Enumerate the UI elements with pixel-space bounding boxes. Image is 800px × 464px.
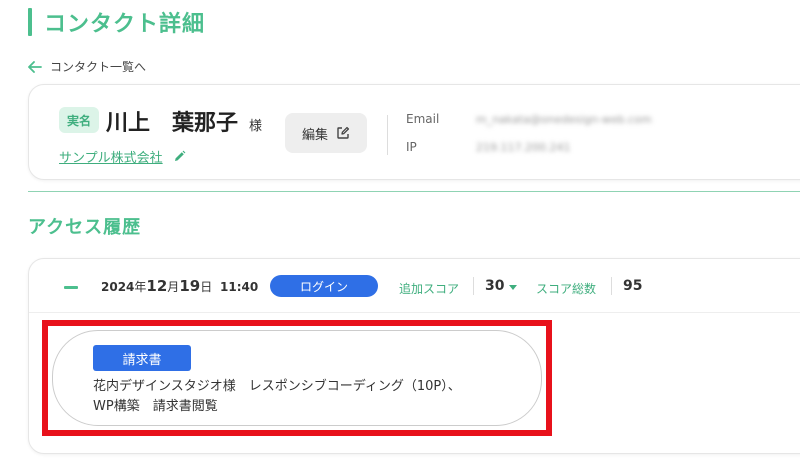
section-divider (28, 191, 800, 192)
ip-label: IP (406, 140, 417, 154)
back-arrow-icon (28, 60, 42, 73)
real-name-badge: 実名 (59, 107, 99, 133)
title-accent-bar (28, 8, 32, 36)
total-score-value: 95 (623, 278, 643, 294)
company-link[interactable]: サンプル株式会社 (59, 147, 186, 166)
collapse-minus-icon[interactable] (64, 286, 78, 289)
edit-external-icon (337, 126, 350, 139)
contact-honorific: 様 (249, 119, 263, 134)
back-to-contacts-link[interactable]: コンタクト一覧へ (28, 58, 146, 75)
score-separator (611, 277, 612, 295)
date-day-suffix: 日 (200, 280, 213, 294)
back-link-label: コンタクト一覧へ (50, 60, 147, 74)
date-month-suffix: 月 (167, 280, 180, 294)
date-day: 19 (179, 277, 201, 295)
email-label: Email (406, 112, 440, 126)
added-score-label: 追加スコア (399, 282, 460, 296)
page-header: コンタクト詳細 (28, 8, 206, 37)
edit-button[interactable]: 編集 (285, 113, 367, 153)
ip-value: 219.117.200.241 (476, 141, 571, 154)
page-title: コンタクト詳細 (44, 12, 206, 37)
pencil-icon[interactable] (173, 150, 186, 163)
contact-name: 川上 葉那子 (106, 111, 239, 136)
access-datetime: 2024年12月19日 11:40 (101, 277, 258, 295)
total-score-label: スコア総数 (536, 282, 597, 296)
date-month: 12 (146, 277, 168, 295)
edit-button-label: 編集 (301, 127, 328, 143)
access-time: 11:40 (220, 280, 259, 294)
contact-card: 実名 川上 葉那子 様 サンプル株式会社 編集 Email m_nakata@o… (28, 84, 800, 180)
date-year: 2024 (101, 280, 135, 294)
highlight-box (42, 320, 552, 436)
event-badge: ログイン (270, 275, 378, 297)
access-history-title: アクセス履歴 (28, 217, 142, 238)
info-divider (387, 115, 388, 155)
email-value: m_nakata@onedesign-web.com (476, 113, 652, 126)
score-separator (473, 277, 474, 295)
added-score-value: 30 (485, 278, 505, 294)
company-name: サンプル株式会社 (59, 151, 163, 166)
card-divider (29, 312, 800, 313)
dropdown-caret-icon[interactable] (509, 285, 517, 290)
date-year-suffix: 年 (134, 280, 147, 294)
